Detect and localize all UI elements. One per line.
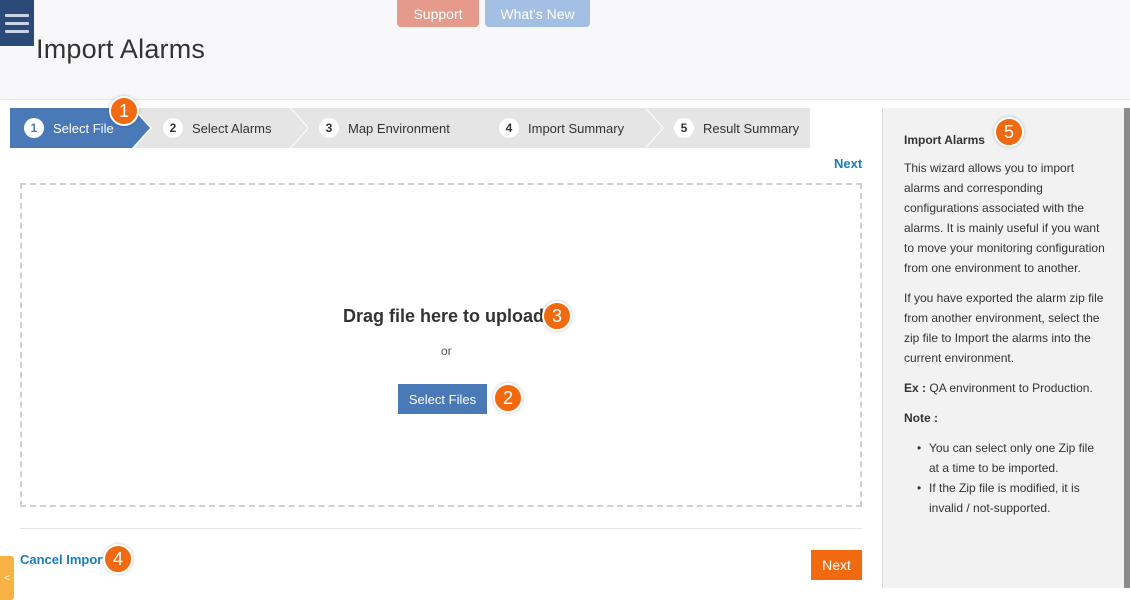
footer-divider bbox=[20, 528, 862, 529]
step-label: Import Summary bbox=[528, 120, 625, 136]
wizard-step-select-alarms[interactable]: 2 Select Alarms bbox=[134, 108, 309, 148]
example-label: Ex : bbox=[904, 381, 927, 395]
list-item: If the Zip file is modified, it is inval… bbox=[917, 478, 1106, 518]
step-number: 4 bbox=[499, 118, 519, 138]
menu-bar bbox=[5, 29, 29, 33]
hamburger-menu-icon[interactable] bbox=[0, 0, 34, 46]
help-paragraph: If you have exported the alarm zip file … bbox=[904, 291, 1104, 365]
step-label: Map Environment bbox=[348, 120, 450, 136]
whats-new-button[interactable]: What's New bbox=[485, 0, 590, 27]
callout-marker-1: 1 bbox=[109, 96, 139, 126]
cancel-import-link[interactable]: Cancel Import bbox=[20, 552, 107, 567]
collapse-panel-icon[interactable]: < bbox=[0, 556, 14, 600]
wizard-step-result-summary[interactable]: 5 Result Summary bbox=[646, 108, 810, 148]
top-header: Support What's New Import Alarms bbox=[0, 0, 1130, 100]
support-button[interactable]: Support bbox=[397, 0, 479, 27]
step-number: 5 bbox=[674, 118, 694, 138]
help-scrollbar[interactable] bbox=[1124, 108, 1130, 588]
list-item: You can select only one Zip file at a ti… bbox=[917, 438, 1106, 478]
next-link[interactable]: Next bbox=[834, 156, 862, 171]
step-number: 2 bbox=[163, 118, 183, 138]
example-text: QA environment to Production. bbox=[929, 381, 1093, 395]
step-label: Result Summary bbox=[703, 120, 800, 136]
wizard-step-import-summary[interactable]: 4 Import Summary bbox=[471, 108, 664, 148]
callout-marker-3: 3 bbox=[542, 301, 572, 331]
next-button[interactable]: Next bbox=[811, 550, 862, 580]
step-label: Select File bbox=[53, 120, 114, 136]
select-files-button[interactable]: Select Files bbox=[398, 384, 487, 414]
help-content: Import Alarms This wizard allows you to … bbox=[904, 130, 1106, 518]
note-label: Note : bbox=[904, 411, 938, 425]
step-number: 3 bbox=[319, 118, 339, 138]
step-label: Select Alarms bbox=[192, 120, 272, 136]
help-panel: Import Alarms This wizard allows you to … bbox=[882, 108, 1130, 588]
help-example: Ex : QA environment to Production. bbox=[904, 378, 1106, 398]
callout-marker-5: 5 bbox=[994, 117, 1024, 147]
callout-marker-2: 2 bbox=[493, 383, 523, 413]
help-paragraph: This wizard allows you to import alarms … bbox=[904, 161, 1105, 275]
wizard-step-map-environment[interactable]: 3 Map Environment bbox=[291, 108, 491, 148]
drag-upload-text: Drag file here to upload bbox=[343, 306, 545, 326]
or-separator: or bbox=[441, 344, 452, 358]
callout-marker-4: 4 bbox=[103, 544, 133, 574]
page-title: Import Alarms bbox=[36, 34, 206, 64]
menu-bar bbox=[5, 13, 29, 17]
menu-bar bbox=[5, 21, 29, 25]
step-number: 1 bbox=[24, 118, 44, 138]
note-list: You can select only one Zip file at a ti… bbox=[917, 438, 1106, 518]
